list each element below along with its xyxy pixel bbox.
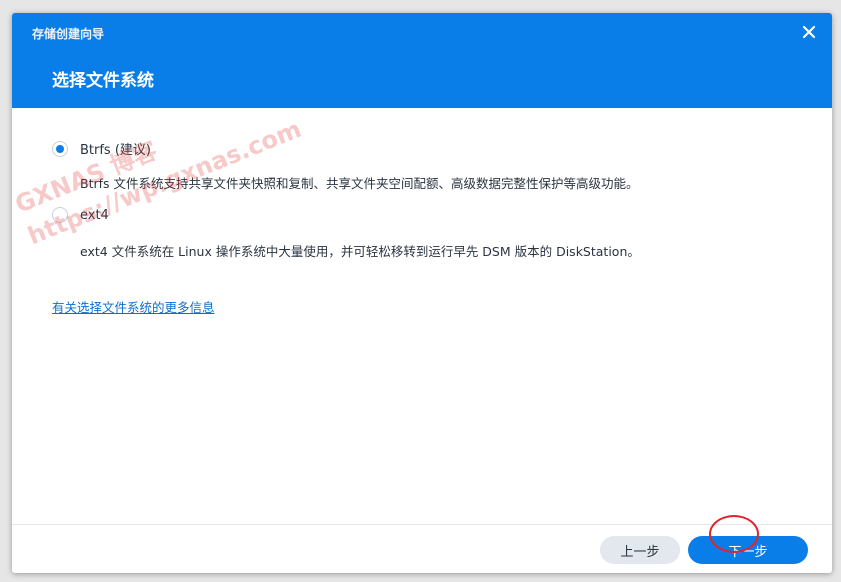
dialog-content: Btrfs (建议) Btrfs 文件系统支持共享文件夹快照和复制、共享文件夹空… bbox=[12, 108, 832, 524]
option-ext4-description: ext4 文件系统在 Linux 操作系统中大量使用，并可轻松移转到运行早先 D… bbox=[80, 244, 640, 259]
step-title: 选择文件系统 bbox=[52, 71, 154, 91]
storage-wizard-dialog: 存储创建向导 选择文件系统 Btrfs (建议) Btrfs 文件系统支持共享文… bbox=[12, 13, 832, 573]
close-button[interactable] bbox=[800, 23, 818, 41]
dialog-footer: 上一步 下一步 bbox=[12, 524, 832, 573]
option-ext4-label: ext4 bbox=[80, 207, 109, 223]
more-info-link[interactable]: 有关选择文件系统的更多信息 bbox=[52, 297, 215, 316]
option-ext4[interactable]: ext4 bbox=[52, 207, 109, 223]
option-btrfs-description: Btrfs 文件系统支持共享文件夹快照和复制、共享文件夹空间配额、高级数据完整性… bbox=[80, 176, 639, 191]
dialog-header: 存储创建向导 选择文件系统 bbox=[12, 13, 832, 108]
prev-button[interactable]: 上一步 bbox=[600, 536, 680, 564]
radio-btrfs[interactable] bbox=[52, 140, 68, 157]
radio-ext4[interactable] bbox=[52, 207, 68, 223]
option-btrfs-label: Btrfs (建议) bbox=[80, 143, 151, 158]
next-button[interactable]: 下一步 bbox=[688, 536, 808, 564]
window-title: 存储创建向导 bbox=[32, 27, 105, 41]
close-icon bbox=[802, 25, 816, 39]
option-btrfs[interactable]: Btrfs (建议) bbox=[52, 139, 151, 158]
